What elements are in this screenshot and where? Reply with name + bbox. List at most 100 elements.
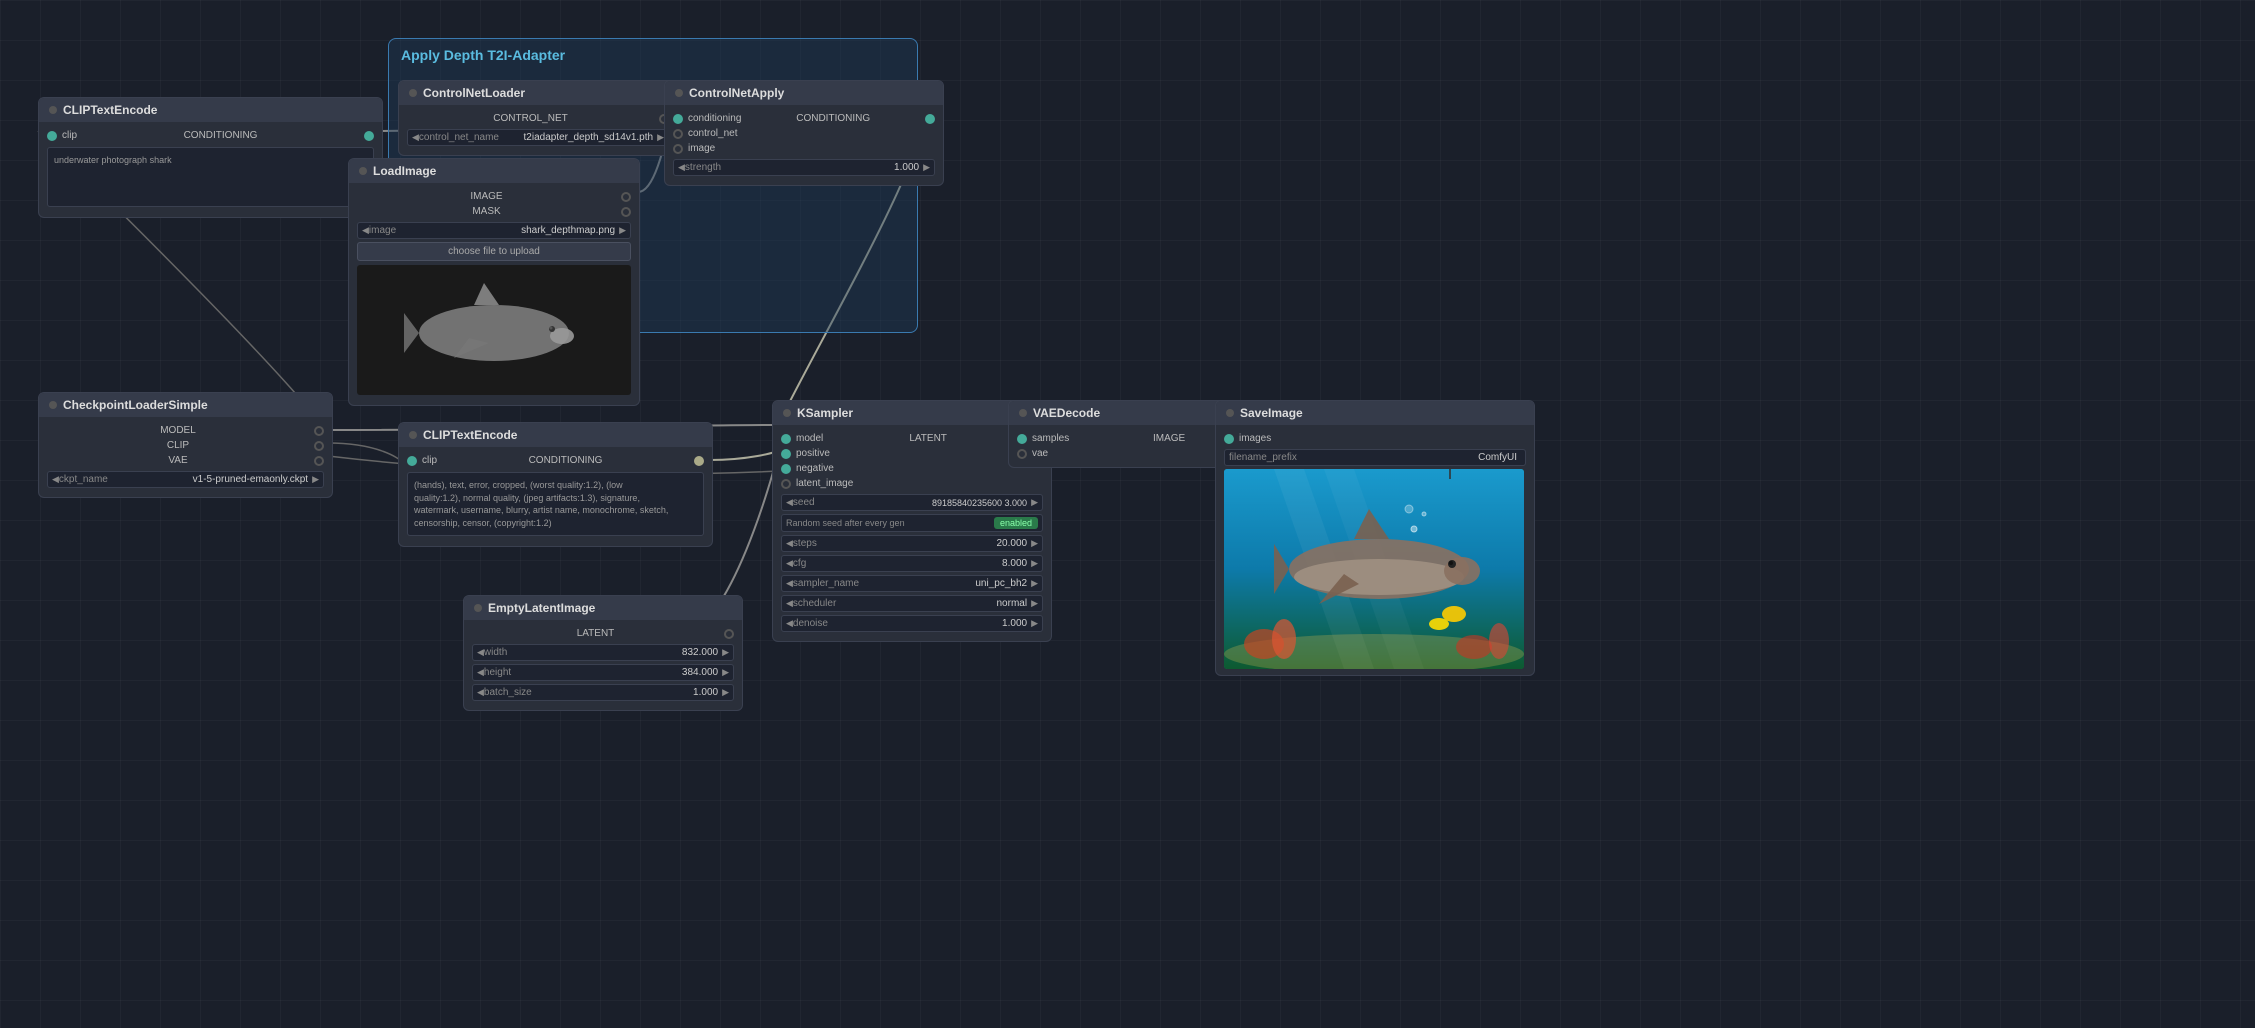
height-field[interactable]: ◀ height 384.000 ▶ [472, 664, 734, 681]
filename-field-label: filename_prefix [1229, 452, 1297, 463]
random-seed-toggle[interactable]: enabled [994, 517, 1038, 529]
cfg-arrow-left[interactable]: ◀ [786, 558, 793, 569]
mask-out-row: MASK [357, 204, 631, 219]
denoise-field[interactable]: ◀ denoise 1.000 ▶ [781, 615, 1043, 632]
sampler-arrow-left[interactable]: ◀ [786, 578, 793, 589]
sampler-name-field[interactable]: ◀ sampler_name uni_pc_bh2 ▶ [781, 575, 1043, 592]
mask-out-socket[interactable] [621, 207, 631, 217]
cn-arrow-right[interactable]: ▶ [657, 132, 664, 143]
vae-in-socket[interactable] [1017, 449, 1027, 459]
negative-in-row: negative [781, 461, 1043, 476]
width-field[interactable]: ◀ width 832.000 ▶ [472, 644, 734, 661]
strength-field-label: strength [685, 162, 745, 173]
image-out-row: IMAGE [357, 189, 631, 204]
batch-size-field[interactable]: ◀ batch_size 1.000 ▶ [472, 684, 734, 701]
conditioning-out-socket-1[interactable] [364, 131, 374, 141]
denoise-field-label: denoise [793, 618, 853, 629]
empty-latent-header: EmptyLatentImage [464, 596, 742, 620]
width-arrow-left[interactable]: ◀ [477, 647, 484, 658]
upload-button[interactable]: choose file to upload [357, 242, 631, 261]
checkpoint-loader-node: CheckpointLoaderSimple MODEL CLIP VAE ◀ … [38, 392, 333, 498]
height-field-value: 384.000 [544, 667, 722, 678]
node-dot-8 [783, 409, 791, 417]
vae-out-row: VAE [47, 453, 324, 468]
vae-out-label: VAE [168, 455, 187, 466]
img-arrow-right[interactable]: ▶ [619, 225, 626, 236]
clip-out-socket[interactable] [314, 441, 324, 451]
image-in-socket[interactable] [673, 144, 683, 154]
control-net-in-socket[interactable] [673, 129, 683, 139]
node-dot-9 [1019, 409, 1027, 417]
steps-arrow-left[interactable]: ◀ [786, 538, 793, 549]
clip-in-socket[interactable] [47, 131, 57, 141]
height-field-label: height [484, 667, 544, 678]
positive-in-row: positive [781, 446, 1043, 461]
scheduler-field[interactable]: ◀ scheduler normal ▶ [781, 595, 1043, 612]
negative-in-socket[interactable] [781, 464, 791, 474]
vae-out-socket[interactable] [314, 456, 324, 466]
clip-text-encode-2-node: CLIPTextEncode clip CONDITIONING (hands)… [398, 422, 713, 547]
batch-arrow-right[interactable]: ▶ [722, 687, 729, 698]
conditioning-out-label-2: CONDITIONING [796, 113, 870, 124]
model-out-socket[interactable] [314, 426, 324, 436]
node-dot-6 [409, 431, 417, 439]
steps-arrow-right[interactable]: ▶ [1031, 538, 1038, 549]
strength-arrow-left[interactable]: ◀ [678, 162, 685, 173]
seed-arrow-right[interactable]: ▶ [1031, 497, 1038, 508]
latent-out-label-k: LATENT [909, 433, 947, 444]
filename-prefix-field[interactable]: filename_prefix ComfyUI [1224, 449, 1526, 466]
seed-arrow-left[interactable]: ◀ [786, 497, 793, 508]
clip-text-2-content[interactable]: (hands), text, error, cropped, (worst qu… [407, 472, 704, 536]
image-out-socket[interactable] [621, 192, 631, 202]
positive-in-label: positive [796, 448, 830, 459]
images-in-socket[interactable] [1224, 434, 1234, 444]
steps-field[interactable]: ◀ steps 20.000 ▶ [781, 535, 1043, 552]
ckpt-arrow-right[interactable]: ▶ [312, 474, 319, 485]
conditioning-in-row: conditioning CONDITIONING [673, 111, 935, 126]
latent-out-socket[interactable] [724, 629, 734, 639]
clip-in-socket-2[interactable] [407, 456, 417, 466]
conditioning-out-socket-2[interactable] [925, 114, 935, 124]
seed-field[interactable]: ◀ seed 89185840235600 3.000 ▶ [781, 494, 1043, 511]
model-out-row: MODEL [47, 423, 324, 438]
positive-in-socket[interactable] [781, 449, 791, 459]
height-arrow-right[interactable]: ▶ [722, 667, 729, 678]
batch-arrow-left[interactable]: ◀ [477, 687, 484, 698]
denoise-arrow-right[interactable]: ▶ [1031, 618, 1038, 629]
controlnet-loader-title: ControlNetLoader [423, 86, 525, 100]
scheduler-arrow-right[interactable]: ▶ [1031, 598, 1038, 609]
ckpt-arrow-left[interactable]: ◀ [52, 474, 59, 485]
latent-image-in-socket[interactable] [781, 479, 791, 489]
samples-in-socket[interactable] [1017, 434, 1027, 444]
conditioning-out-socket-neg[interactable] [694, 456, 704, 466]
samples-in-label: samples [1032, 433, 1069, 444]
latent-out-label: LATENT [577, 628, 615, 639]
node-dot-5 [359, 167, 367, 175]
clip-text-1-content[interactable]: underwater photograph shark [47, 147, 374, 207]
width-arrow-right[interactable]: ▶ [722, 647, 729, 658]
batch-field-value: 1.000 [544, 687, 722, 698]
cfg-arrow-right[interactable]: ▶ [1031, 558, 1038, 569]
conditioning-in-label: conditioning [688, 113, 741, 124]
checkpoint-loader-header: CheckpointLoaderSimple [39, 393, 332, 417]
image-file-field[interactable]: ◀ image shark_depthmap.png ▶ [357, 222, 631, 239]
controlnet-apply-title: ControlNetApply [689, 86, 784, 100]
cfg-field[interactable]: ◀ cfg 8.000 ▶ [781, 555, 1043, 572]
clip-text-encode-2-title: CLIPTextEncode [423, 428, 517, 442]
strength-field[interactable]: ◀ strength 1.000 ▶ [673, 159, 935, 176]
conditioning-in-socket[interactable] [673, 114, 683, 124]
cn-arrow-left[interactable]: ◀ [412, 132, 419, 143]
height-arrow-left[interactable]: ◀ [477, 667, 484, 678]
node-dot-2 [49, 401, 57, 409]
denoise-arrow-left[interactable]: ◀ [786, 618, 793, 629]
control-net-name-field[interactable]: ◀ control_net_name t2iadapter_depth_sd14… [407, 129, 669, 146]
image-in-label: image [688, 143, 715, 154]
cfg-field-value: 8.000 [853, 558, 1031, 569]
width-field-value: 832.000 [544, 647, 722, 658]
model-in-socket[interactable] [781, 434, 791, 444]
img-arrow-left[interactable]: ◀ [362, 225, 369, 236]
sampler-arrow-right[interactable]: ▶ [1031, 578, 1038, 589]
scheduler-arrow-left[interactable]: ◀ [786, 598, 793, 609]
ckpt-name-field[interactable]: ◀ ckpt_name v1-5-pruned-emaonly.ckpt ▶ [47, 471, 324, 488]
strength-arrow-right[interactable]: ▶ [923, 162, 930, 173]
